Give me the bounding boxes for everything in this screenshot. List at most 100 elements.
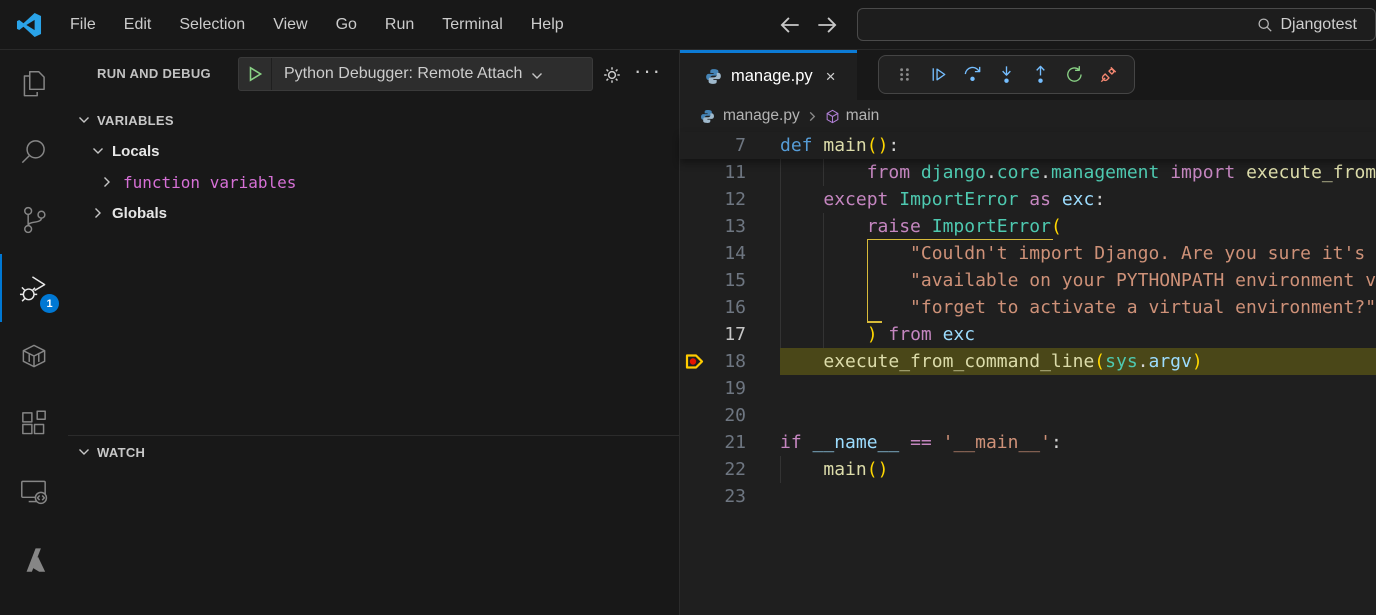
code-line-14: 14 "Couldn't import Django. Are you sure…	[680, 240, 1376, 267]
code-text[interactable]: raise ImportError(	[780, 213, 1376, 240]
code-text[interactable]	[780, 402, 1376, 429]
vscode-window: FileEditSelectionViewGoRunTerminalHelp D…	[0, 0, 1376, 615]
code-text[interactable]: from django.core.management import execu…	[780, 159, 1376, 186]
gear-icon[interactable]	[600, 63, 624, 87]
scope-globals-row[interactable]: Globals	[68, 198, 679, 228]
menu-run[interactable]: Run	[371, 0, 428, 50]
gutter[interactable]: 23	[680, 483, 780, 510]
close-icon[interactable]: ×	[826, 68, 836, 85]
azure-icon	[17, 543, 51, 577]
code-line-16: 16 "forget to activate a virtual environ…	[680, 294, 1376, 321]
gutter[interactable]: 22	[680, 456, 780, 483]
command-center[interactable]: Djangotest	[857, 8, 1376, 41]
gutter[interactable]: 17	[680, 321, 780, 348]
restart-button[interactable]	[1062, 62, 1088, 88]
breadcrumb-symbol[interactable]: main	[846, 107, 880, 125]
watch-section: WATCH	[68, 435, 679, 468]
title-bar: FileEditSelectionViewGoRunTerminalHelp D…	[0, 0, 1376, 50]
activity-remote-explorer[interactable]	[0, 458, 68, 526]
tokens: execute_from_command_line(sys.argv)	[780, 351, 1203, 372]
step-into-button[interactable]	[994, 62, 1020, 88]
sticky-scroll-line[interactable]: 7def main():	[680, 132, 1376, 159]
code-text[interactable]: "available on your PYTHONPATH environmen…	[780, 267, 1376, 294]
start-debug-button[interactable]	[239, 58, 272, 90]
activity-source-control[interactable]	[0, 186, 68, 254]
navigate-back-icon[interactable]	[777, 12, 803, 38]
command-center-title: Djangotest	[1281, 16, 1358, 34]
code-text[interactable]: "forget to activate a virtual environmen…	[780, 294, 1376, 321]
gutter[interactable]: 15	[680, 267, 780, 294]
code-text[interactable]: if __name__ == '__main__':	[780, 429, 1376, 456]
launch-config-label: Python Debugger: Remote Attach	[284, 65, 522, 83]
menu-file[interactable]: File	[56, 0, 110, 50]
gutter[interactable]: 14	[680, 240, 780, 267]
menu-view[interactable]: View	[259, 0, 321, 50]
code-text[interactable]: execute_from_command_line(sys.argv)	[780, 348, 1376, 375]
gutter[interactable]: 20	[680, 402, 780, 429]
function-variables-label: function variables	[123, 173, 296, 192]
remote-icon	[17, 475, 51, 509]
tokens: except ImportError as exc:	[780, 189, 1105, 210]
menu-help[interactable]: Help	[517, 0, 578, 50]
line-number: 15	[680, 267, 746, 294]
watch-section-header[interactable]: WATCH	[68, 436, 679, 468]
code-line-22: 22 main()	[680, 456, 1376, 483]
continue-icon	[927, 63, 950, 86]
function-variables-row[interactable]: function variables	[68, 167, 679, 197]
globals-label: Globals	[112, 205, 167, 222]
gutter[interactable]: 13	[680, 213, 780, 240]
activity-containers[interactable]	[0, 322, 68, 390]
code-text[interactable]	[780, 375, 1376, 402]
python-icon	[700, 109, 715, 124]
menu-edit[interactable]: Edit	[110, 0, 166, 50]
drag-handle[interactable]	[891, 62, 917, 88]
code-text[interactable]: main()	[780, 456, 1376, 483]
code-text[interactable]	[780, 483, 1376, 510]
gutter[interactable]: 16	[680, 294, 780, 321]
menu-terminal[interactable]: Terminal	[428, 0, 516, 50]
step-out-button[interactable]	[1028, 62, 1054, 88]
variables-section-header[interactable]: VARIABLES	[68, 105, 679, 135]
code-text[interactable]: except ImportError as exc:	[780, 186, 1376, 213]
gutter[interactable]: 19	[680, 375, 780, 402]
code-line-17: 17 ) from exc	[680, 321, 1376, 348]
continue-button[interactable]	[925, 62, 951, 88]
code-text[interactable]: "Couldn't import Django. Are you sure it…	[780, 240, 1376, 267]
gutter[interactable]: 7	[680, 132, 780, 159]
code-text[interactable]: def main():	[780, 132, 1376, 159]
more-actions-icon[interactable]: ···	[634, 58, 662, 84]
gutter[interactable]: 18	[680, 348, 780, 375]
search-icon	[17, 135, 51, 169]
menu-go[interactable]: Go	[322, 0, 371, 50]
navigate-forward-icon[interactable]	[814, 12, 840, 38]
step-over-icon	[961, 63, 984, 86]
tab-manage-py[interactable]: manage.py ×	[680, 50, 857, 100]
launch-config-dropdown[interactable]: Python Debugger: Remote Attach	[238, 57, 593, 91]
gutter[interactable]: 21	[680, 429, 780, 456]
gutter[interactable]: 12	[680, 186, 780, 213]
scope-locals-row[interactable]: Locals	[68, 136, 679, 166]
activity-extensions[interactable]	[0, 390, 68, 458]
tokens: raise ImportError(	[780, 216, 1062, 237]
tokens: def main():	[780, 135, 899, 156]
gutter[interactable]: 11	[680, 159, 780, 186]
chevron-down-icon	[78, 446, 90, 458]
variables-header-label: VARIABLES	[97, 113, 174, 128]
breadcrumb-file[interactable]: manage.py	[723, 107, 800, 125]
code-line-19: 19	[680, 375, 1376, 402]
tokens: "Couldn't import Django. Are you sure it…	[780, 243, 1376, 264]
activity-run-and-debug[interactable]: 1	[0, 254, 68, 322]
chevron-down-icon	[78, 114, 90, 126]
menu-selection[interactable]: Selection	[165, 0, 259, 50]
line-number: 12	[680, 186, 746, 213]
disconnect-button[interactable]	[1096, 62, 1122, 88]
play-icon	[246, 65, 264, 83]
code-line-12: 12 except ImportError as exc:	[680, 186, 1376, 213]
step-over-button[interactable]	[959, 62, 985, 88]
activity-search[interactable]	[0, 118, 68, 186]
activity-azure[interactable]	[0, 526, 68, 594]
activity-explorer[interactable]	[0, 50, 68, 118]
code-text[interactable]: ) from exc	[780, 321, 1376, 348]
code-line-13: 13 raise ImportError(	[680, 213, 1376, 240]
activity-bar: 1	[0, 50, 68, 615]
